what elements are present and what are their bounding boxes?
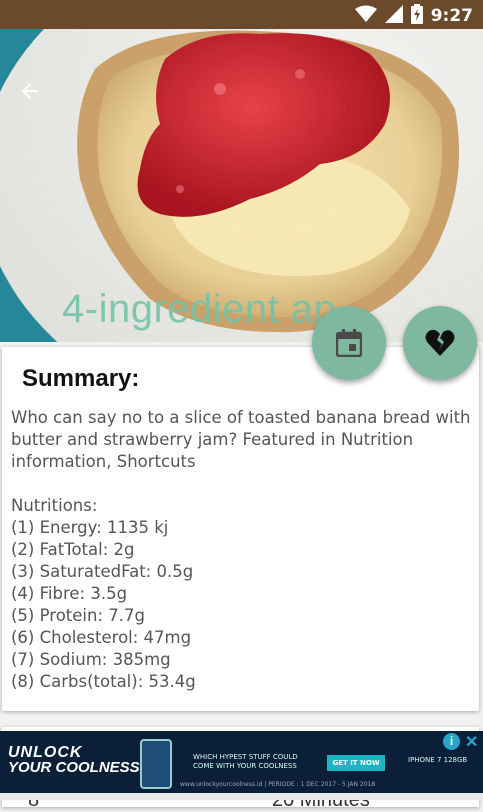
nutrition-item: (3) SaturatedFat: 0.5g <box>11 562 194 581</box>
favorite-button[interactable] <box>403 306 477 380</box>
nutrition-item: (2) FatTotal: 2g <box>11 540 135 559</box>
add-to-calendar-button[interactable] <box>312 306 386 380</box>
ad-footer: www.unlockyourcoolness.id | PERIODE : 1 … <box>180 781 376 788</box>
signal-icon <box>384 5 403 28</box>
nutrition-item: (8) Carbs(total): 53.4g <box>11 672 196 691</box>
status-bar: 9:27 <box>0 0 483 29</box>
nutrition-item: (1) Energy: 1135 kj <box>11 518 169 537</box>
nutrition-item: (4) Fibre: 3.5g <box>11 584 128 603</box>
recipe-description: Who can say no to a slice of toasted ban… <box>11 408 471 471</box>
ad-banner[interactable]: UNLOCK YOUR COOLNESS WHICH HYPEST STUFF … <box>0 731 483 793</box>
calendar-icon <box>336 329 362 357</box>
ad-brand-line2: YOUR COOLNESS <box>8 759 140 776</box>
ad-cta-button[interactable]: GET IT NOW <box>327 755 385 771</box>
ad-message: WHICH HYPEST STUFF COULD COME WITH YOUR … <box>193 753 298 770</box>
summary-body: Who can say no to a slice of toasted ban… <box>11 407 473 693</box>
nutrition-item: (6) Cholesterol: 47mg <box>11 628 192 647</box>
nav-bar <box>0 793 483 800</box>
nutrition-heading: Nutritions: <box>11 496 98 515</box>
nutrition-list: (1) Energy: 1135 kj (2) FatTotal: 2g (3)… <box>11 517 473 693</box>
nutrition-item: (5) Protein: 7.7g <box>11 606 145 625</box>
info-icon[interactable]: i <box>443 733 460 750</box>
summary-card: Summary: Who can say no to a slice of to… <box>2 347 479 711</box>
summary-heading: Summary: <box>22 365 140 392</box>
nutrition-item: (7) Sodium: 385mg <box>11 650 171 669</box>
ad-brand: UNLOCK YOUR COOLNESS <box>8 744 140 776</box>
broken-heart-icon <box>425 329 455 356</box>
battery-icon <box>410 4 423 29</box>
arrow-back-icon <box>22 83 38 99</box>
wifi-icon <box>354 5 377 28</box>
phone-image <box>140 739 172 789</box>
close-icon[interactable]: ✕ <box>465 732 478 752</box>
ad-brand-line1: UNLOCK <box>8 744 83 761</box>
ad-product: IPHONE 7 128GB <box>408 756 468 764</box>
status-time: 9:27 <box>430 6 473 26</box>
recipe-hero-image: 4-ingredient ap... <box>0 29 483 342</box>
back-button[interactable] <box>18 79 52 113</box>
